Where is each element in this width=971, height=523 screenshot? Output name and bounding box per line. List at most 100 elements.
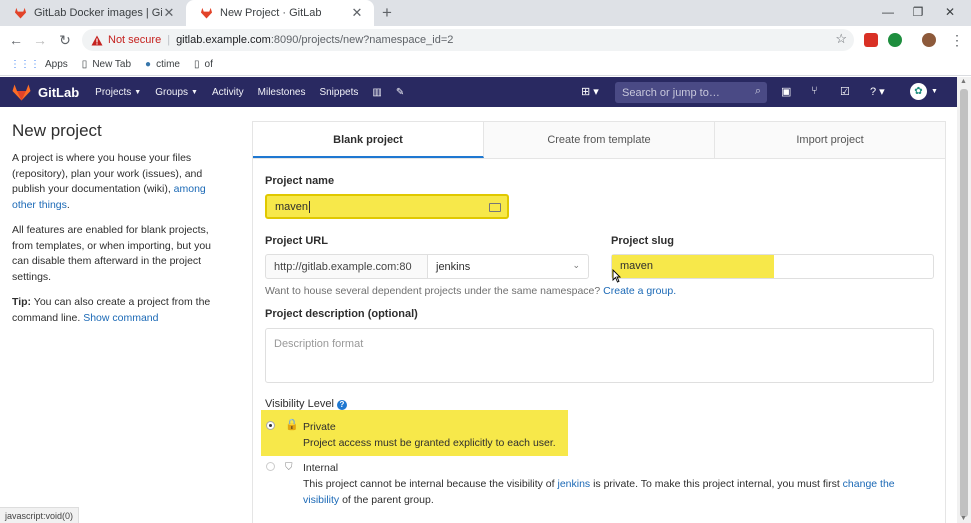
url-path: :8090/projects/new?namespace_id=2 xyxy=(270,34,454,46)
nav-projects[interactable]: Projects ▼ xyxy=(95,87,141,98)
namespace-select[interactable]: jenkins ⌄ xyxy=(427,254,589,279)
mouse-cursor-icon xyxy=(612,269,621,283)
internal-desc-b: is private. To make this project interna… xyxy=(590,478,843,490)
gitlab-favicon-icon xyxy=(14,7,27,19)
private-description: Project access must be granted explicitl… xyxy=(303,437,556,449)
tab-create-from-template[interactable]: Create from template xyxy=(484,122,715,158)
separator: | xyxy=(167,34,171,46)
page-scrollbar[interactable]: ▲ ▼ xyxy=(957,77,971,523)
page-intro: New project A project is where you house… xyxy=(12,120,222,336)
page-title: New project xyxy=(12,121,102,140)
search-icon: ⌕ xyxy=(754,85,761,97)
forward-icon[interactable]: → xyxy=(30,30,50,50)
project-name-input[interactable]: maven xyxy=(265,194,509,219)
help-icon[interactable]: ? ▾ xyxy=(870,85,885,98)
bookmark-label: Apps xyxy=(45,59,68,70)
reload-icon[interactable]: ↻ xyxy=(55,30,75,50)
tip-paragraph: Tip: You can also create a project from … xyxy=(12,295,222,326)
bookmark-label: of xyxy=(204,59,213,70)
new-project-form: Project name maven Project URL http://gi… xyxy=(252,159,946,523)
page-icon: ▯ xyxy=(81,59,88,70)
nav-activity[interactable]: Activity xyxy=(212,87,244,98)
tab-title: New Project · GitLab xyxy=(220,7,322,19)
internal-radio[interactable] xyxy=(266,462,275,471)
group-help-text: Want to house several dependent projects… xyxy=(265,285,676,297)
not-secure-label: Not secure xyxy=(108,34,162,46)
page-icon: ▯ xyxy=(194,59,200,70)
menu-kebab-icon[interactable]: ⋮ xyxy=(947,30,967,50)
project-slug-label: Project slug xyxy=(611,235,674,247)
internal-title: Internal xyxy=(303,462,339,474)
close-tab-icon[interactable]: ✕ xyxy=(350,5,364,21)
browser-status-bar: javascript:void(0) xyxy=(0,507,80,523)
close-tab-icon[interactable]: ✕ xyxy=(162,5,176,21)
issues-icon[interactable]: ▣ xyxy=(781,85,791,98)
lock-icon: 🔒 xyxy=(285,419,299,431)
address-bar[interactable]: Not secure | gitlab.example.com:8090/pro… xyxy=(82,29,854,51)
private-radio[interactable] xyxy=(266,421,275,430)
wrench-icon[interactable]: ✎ xyxy=(396,87,404,98)
jenkins-group-link[interactable]: jenkins xyxy=(557,478,590,490)
apps-grid-icon: ⋮⋮⋮ xyxy=(10,59,40,70)
private-title: Private xyxy=(303,421,336,433)
internal-desc-a: This project cannot be internal because … xyxy=(303,478,558,490)
project-url-prefix: http://gitlab.example.com:80 xyxy=(265,254,428,279)
scroll-up-icon[interactable]: ▲ xyxy=(960,78,967,85)
tab-blank-project[interactable]: Blank project xyxy=(253,122,484,158)
todo-check-icon[interactable]: ☑ xyxy=(840,85,850,98)
bookmark-new-tab[interactable]: ▯ New Tab xyxy=(82,59,131,70)
nav-groups[interactable]: Groups ▼ xyxy=(155,87,198,98)
merge-request-icon[interactable]: ⑂ xyxy=(811,85,818,97)
chevron-down-icon: ⌄ xyxy=(572,260,580,270)
nav-milestones[interactable]: Milestones xyxy=(258,87,306,98)
maximize-icon[interactable]: ❐ xyxy=(903,0,933,24)
autofill-card-icon[interactable] xyxy=(489,203,501,212)
profile-avatar[interactable] xyxy=(922,33,936,47)
search-placeholder: Search or jump to… xyxy=(622,86,720,99)
user-avatar[interactable]: ✿ xyxy=(910,83,927,100)
shield-icon: ⛉ xyxy=(285,462,293,473)
tab-import-project[interactable]: Import project xyxy=(715,122,945,158)
bookmarks-bar: ⋮⋮⋮ Apps ▯ New Tab ● ctime ▯ of xyxy=(0,54,971,76)
project-description-label: Project description (optional) xyxy=(265,308,418,320)
chevron-down-icon[interactable]: ▼ xyxy=(931,88,938,95)
gitlab-navbar: GitLab Projects ▼ Groups ▼ Activity Milest… xyxy=(0,77,957,107)
close-window-icon[interactable]: ✕ xyxy=(935,0,965,24)
bookmark-star-icon[interactable]: ☆ xyxy=(835,31,847,47)
minimize-icon[interactable]: — xyxy=(873,0,903,24)
create-group-link[interactable]: Create a group. xyxy=(603,285,676,297)
search-input[interactable]: Search or jump to… ⌕ xyxy=(615,82,767,103)
scroll-down-icon[interactable]: ▼ xyxy=(960,515,967,522)
browser-tab-new-project[interactable]: New Project · GitLab ✕ xyxy=(186,0,374,26)
visibility-option-private[interactable]: 🔒 Private Project access must be granted… xyxy=(261,410,568,456)
url-host: gitlab.example.com xyxy=(176,34,271,46)
bookmark-of[interactable]: ▯ of xyxy=(194,59,213,70)
intro-end: . xyxy=(66,198,70,211)
plus-square-icon[interactable]: ⊞ ▾ xyxy=(581,85,599,98)
bookmark-ctime[interactable]: ● ctime xyxy=(145,59,180,70)
nav-label: Activity xyxy=(211,86,244,98)
internal-description: This project cannot be internal because … xyxy=(303,477,923,508)
gitlab-home-link[interactable]: GitLab xyxy=(12,84,79,101)
back-icon[interactable]: ← xyxy=(6,30,26,50)
nav-snippets[interactable]: Snippets xyxy=(319,87,358,98)
visibility-option-internal[interactable]: ⛉ Internal This project cannot be intern… xyxy=(265,459,935,519)
project-slug-value: maven xyxy=(612,255,774,278)
scrollbar-thumb[interactable] xyxy=(960,89,968,517)
question-help-icon[interactable]: ? xyxy=(336,400,347,410)
gitlab-logo-icon xyxy=(12,84,31,100)
group-help: Want to house several dependent projects… xyxy=(265,285,604,297)
url-prefix-text: http://gitlab.example.com:80 xyxy=(274,260,412,273)
extension-green-icon[interactable] xyxy=(888,33,902,47)
description-placeholder: Description format xyxy=(274,338,364,350)
bookmark-label: ctime xyxy=(156,59,180,70)
bookmark-apps[interactable]: ⋮⋮⋮ Apps xyxy=(10,59,68,70)
chart-icon[interactable]: ▥ xyxy=(372,87,381,98)
project-description-textarea[interactable]: Description format xyxy=(265,328,934,383)
show-command-link[interactable]: Show command xyxy=(83,312,158,324)
project-slug-input[interactable]: maven xyxy=(611,254,934,279)
extension-red-icon[interactable] xyxy=(864,33,878,47)
new-tab-icon[interactable]: + xyxy=(378,3,396,23)
warning-icon xyxy=(91,35,103,45)
browser-tab-docker-images[interactable]: GitLab Docker images | GitLab ✕ xyxy=(0,0,186,26)
